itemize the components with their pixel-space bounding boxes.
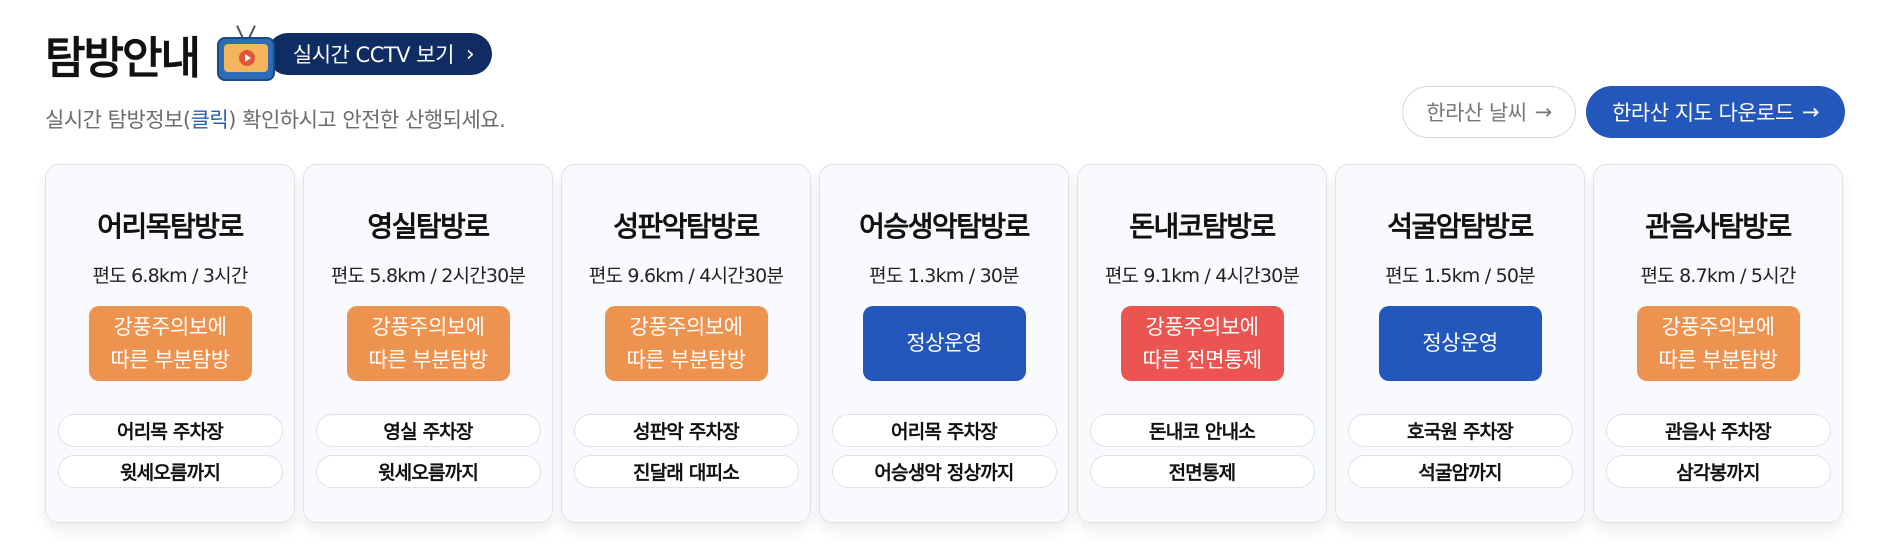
page-title: 탐방안내 (45, 33, 201, 84)
trail-end-tag: 석굴암까지 (1347, 455, 1573, 488)
weather-button-label: 한라산 날씨 (1426, 101, 1527, 125)
trail-start-tag: 관음사 주차장 (1605, 414, 1831, 447)
trail-card[interactable]: 어리목탐방로편도 6.8km / 3시간강풍주의보에따른 부분탐방어리목 주차장… (45, 164, 295, 523)
trail-end-tag: 삼각봉까지 (1605, 455, 1831, 488)
trail-start-tag: 어리목 주차장 (57, 414, 283, 447)
status-line-2: 따른 부분탐방 (110, 347, 230, 372)
trail-status-badge: 강풍주의보에따른 전면통제 (1120, 306, 1284, 381)
chevron-right-icon: › (465, 41, 475, 67)
weather-button[interactable]: 한라산 날씨 → (1402, 86, 1576, 138)
status-line-1: 강풍주의보에 (1145, 314, 1259, 339)
tv-icon (216, 25, 277, 83)
status-line-2: 따른 부분탐방 (368, 347, 488, 372)
status-line-1: 정상운영 (906, 331, 982, 355)
cctv-pill[interactable]: 실시간 CCTV 보기 › (266, 33, 493, 75)
trail-info: 편도 1.5km / 50분 (1385, 265, 1535, 287)
subtitle-suffix: ) 확인하시고 안전한 산행되세요. (228, 108, 506, 132)
trail-card[interactable]: 영실탐방로편도 5.8km / 2시간30분강풍주의보에따른 부분탐방영실 주차… (303, 164, 553, 523)
trail-cards: 어리목탐방로편도 6.8km / 3시간강풍주의보에따른 부분탐방어리목 주차장… (45, 164, 1843, 523)
trail-end-tag: 어승생악 정상까지 (831, 455, 1057, 488)
trail-name: 돈내코탐방로 (1129, 210, 1276, 243)
trail-status-badge: 강풍주의보에따른 부분탐방 (1636, 306, 1800, 381)
subtitle-link[interactable]: 클릭 (191, 108, 229, 132)
status-line-1: 강풍주의보에 (113, 314, 227, 339)
trail-status-badge: 강풍주의보에따른 부분탐방 (604, 306, 768, 381)
trail-end-tag: 윗세오름까지 (315, 455, 541, 488)
trail-end-tag: 윗세오름까지 (57, 455, 283, 488)
status-line-1: 정상운영 (1422, 331, 1498, 355)
map-download-button[interactable]: 한라산 지도 다운로드 → (1586, 86, 1845, 138)
status-line-1: 강풍주의보에 (629, 314, 743, 339)
arrow-right-icon: → (1801, 100, 1820, 124)
status-line-2: 따른 부분탐방 (626, 347, 746, 372)
title-row: 탐방안내 실시간 CCTV 보기 › (45, 18, 1847, 90)
cctv-button[interactable]: 실시간 CCTV 보기 › (216, 25, 493, 83)
trail-card[interactable]: 성판악탐방로편도 9.6km / 4시간30분강풍주의보에따른 부분탐방성판악 … (561, 164, 811, 523)
trail-status-badge: 정상운영 (1378, 306, 1542, 381)
trail-card[interactable]: 어승생악탐방로편도 1.3km / 30분정상운영어리목 주차장어승생악 정상까… (819, 164, 1069, 523)
cctv-label: 실시간 CCTV 보기 (292, 43, 454, 67)
subtitle: 실시간 탐방정보(클릭) 확인하시고 안전한 산행되세요. (45, 104, 1847, 134)
status-line-2: 따른 부분탐방 (1658, 347, 1778, 372)
trail-status-badge: 강풍주의보에따른 부분탐방 (346, 306, 510, 381)
map-download-label: 한라산 지도 다운로드 (1612, 101, 1794, 125)
header: 탐방안내 실시간 CCTV 보기 › 실시간 탐방정보(클릭) 확인하시고 안전… (45, 18, 1847, 148)
trail-name: 석굴암탐방로 (1387, 210, 1534, 243)
trail-info: 편도 1.3km / 30분 (869, 265, 1019, 287)
trail-end-tag: 전면통제 (1089, 455, 1315, 488)
trail-info: 편도 8.7km / 5시간 (1640, 265, 1796, 287)
status-line-1: 강풍주의보에 (371, 314, 485, 339)
trail-info: 편도 9.1km / 4시간30분 (1104, 265, 1300, 287)
trail-info: 편도 9.6km / 4시간30분 (588, 265, 784, 287)
trail-name: 관음사탐방로 (1645, 210, 1792, 243)
trail-status-badge: 정상운영 (862, 306, 1026, 381)
trail-name: 성판악탐방로 (613, 210, 760, 243)
status-line-1: 강풍주의보에 (1661, 314, 1775, 339)
trail-card[interactable]: 관음사탐방로편도 8.7km / 5시간강풍주의보에따른 부분탐방관음사 주차장… (1593, 164, 1843, 523)
status-line-2: 따른 전면통제 (1142, 347, 1262, 372)
trail-start-tag: 영실 주차장 (315, 414, 541, 447)
trail-start-tag: 돈내코 안내소 (1089, 414, 1315, 447)
trail-name: 영실탐방로 (367, 210, 490, 243)
trail-card[interactable]: 돈내코탐방로편도 9.1km / 4시간30분강풍주의보에따른 전면통제돈내코 … (1077, 164, 1327, 523)
trail-status-badge: 강풍주의보에따른 부분탐방 (88, 306, 252, 381)
subtitle-prefix: 실시간 탐방정보( (45, 108, 191, 132)
trail-end-tag: 진달래 대피소 (573, 455, 799, 488)
trail-start-tag: 호국원 주차장 (1347, 414, 1573, 447)
trail-name: 어리목탐방로 (97, 210, 244, 243)
trail-start-tag: 어리목 주차장 (831, 414, 1057, 447)
trail-info: 편도 6.8km / 3시간 (92, 265, 248, 287)
arrow-right-icon: → (1534, 100, 1553, 124)
trail-card[interactable]: 석굴암탐방로편도 1.5km / 50분정상운영호국원 주차장석굴암까지 (1335, 164, 1585, 523)
trail-name: 어승생악탐방로 (859, 210, 1030, 243)
trail-info: 편도 5.8km / 2시간30분 (330, 265, 526, 287)
trail-start-tag: 성판악 주차장 (573, 414, 799, 447)
